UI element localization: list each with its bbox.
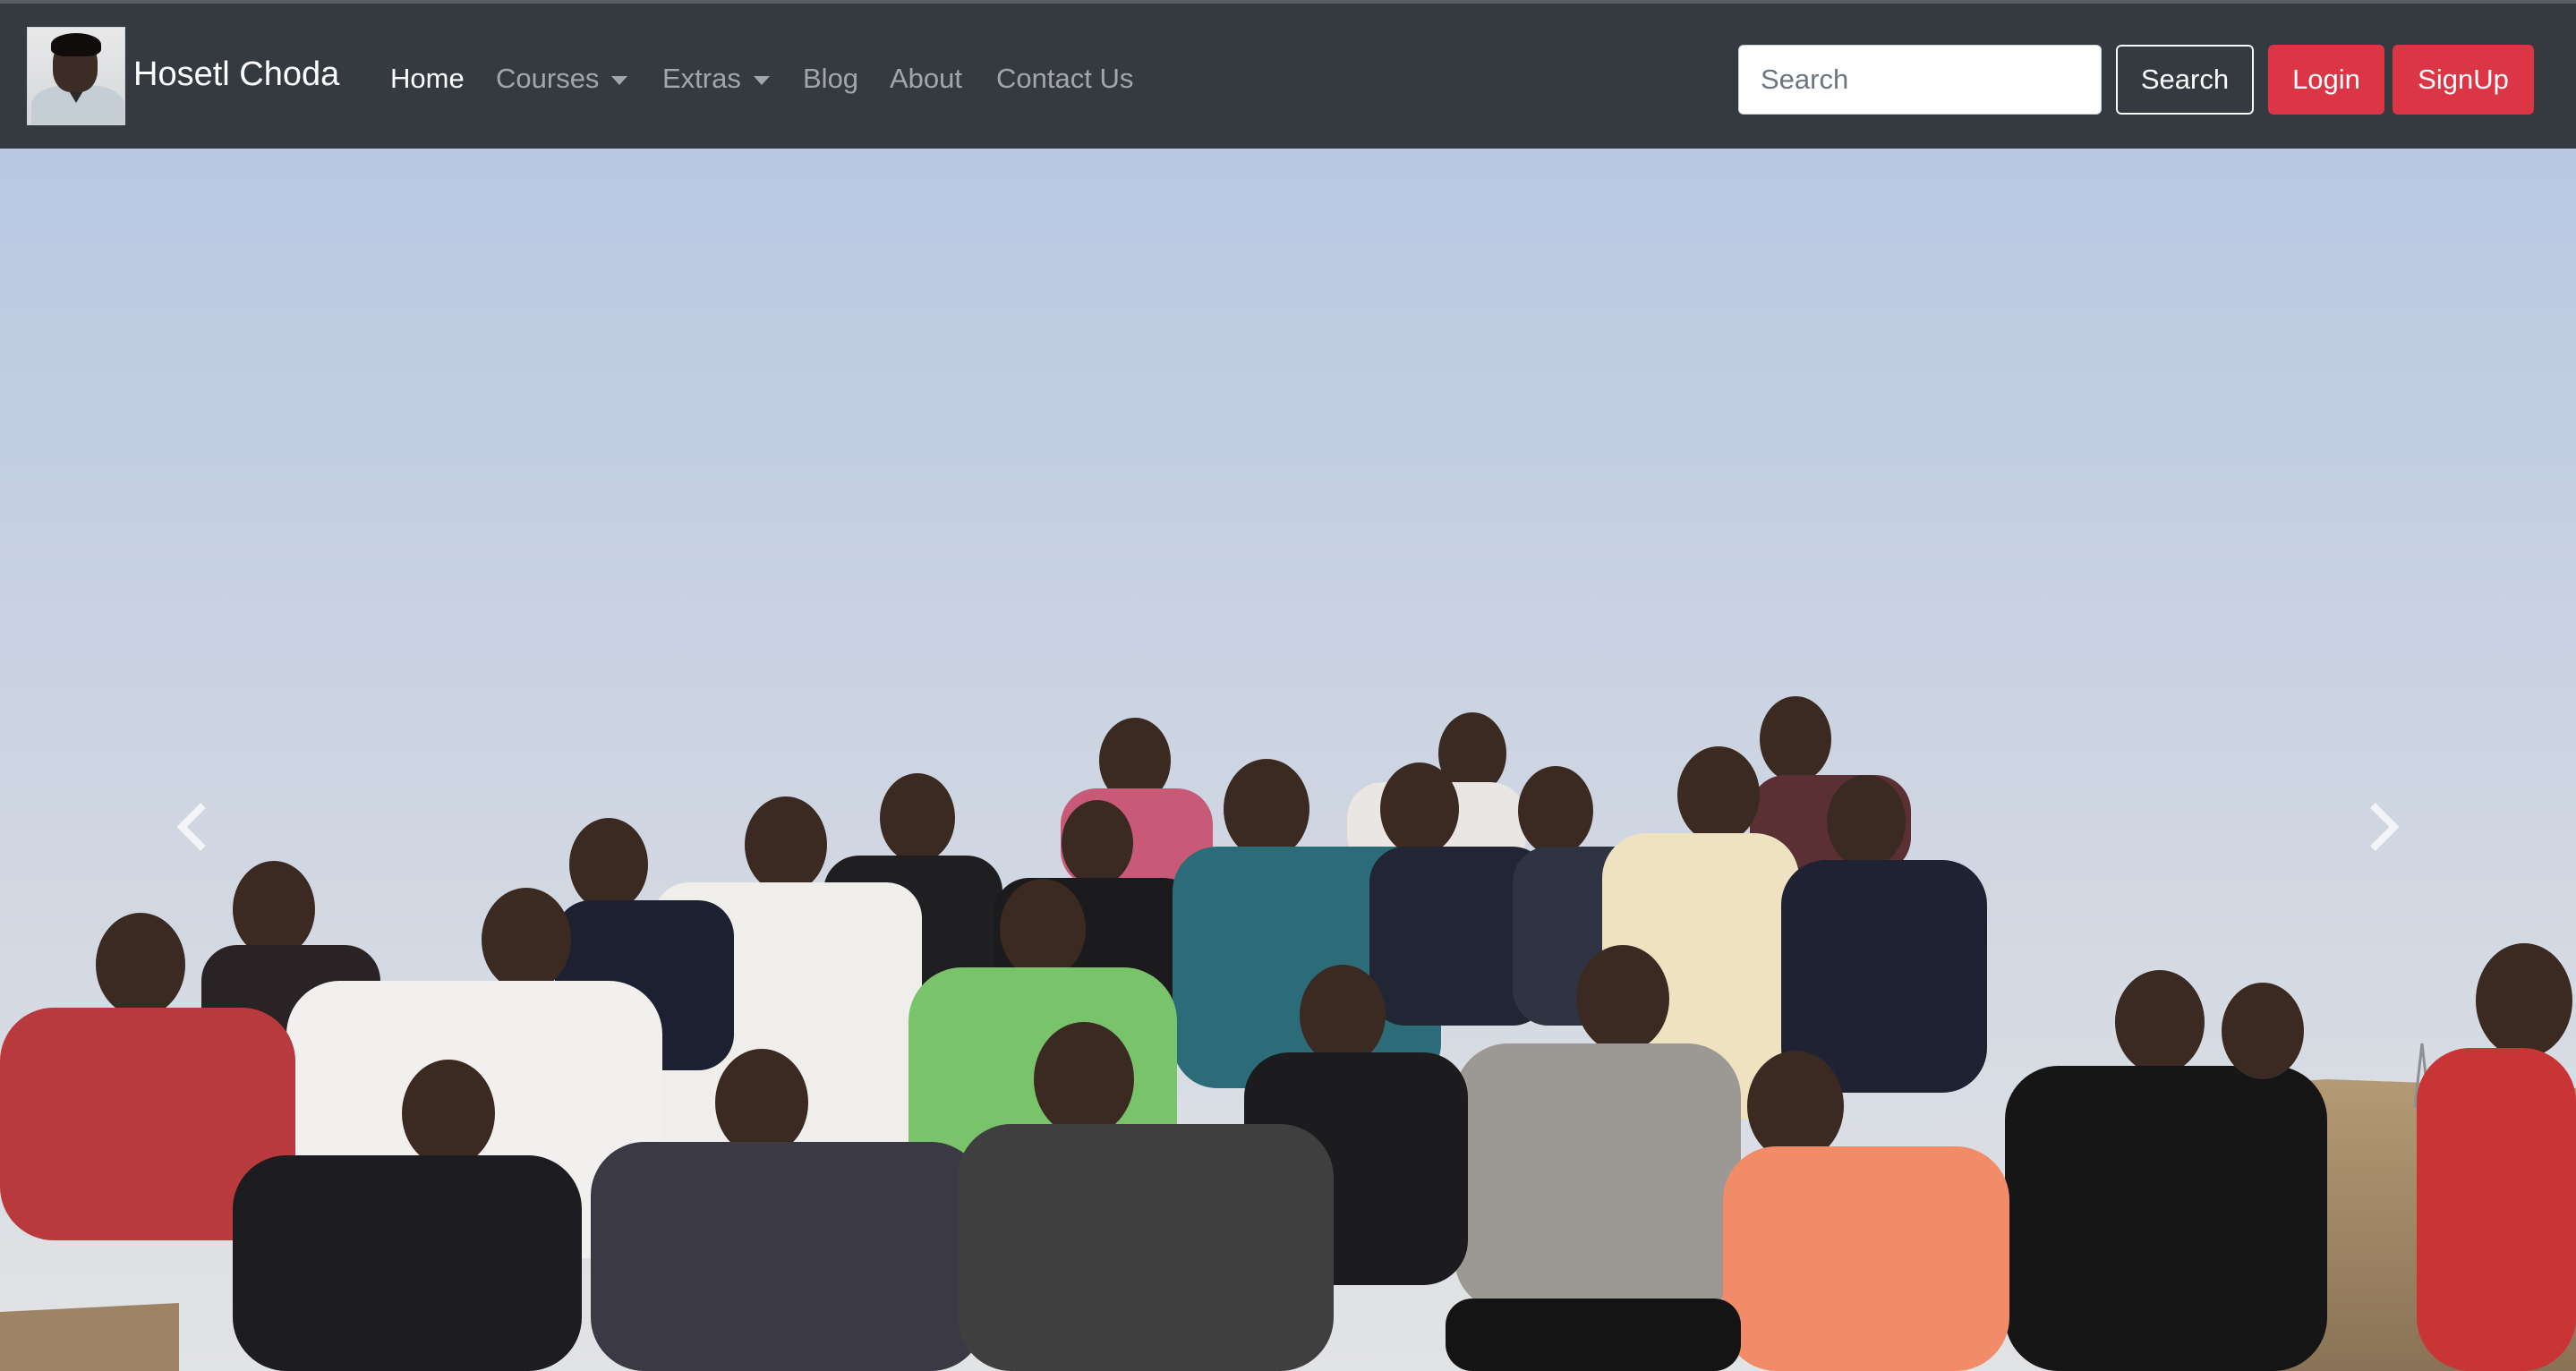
nav-link-courses-label: Courses bbox=[496, 63, 600, 94]
carousel-next-control[interactable] bbox=[2191, 149, 2576, 1371]
nav-link-extras-label: Extras bbox=[662, 63, 741, 94]
search-button[interactable]: Search bbox=[2116, 45, 2254, 115]
carousel-prev-control[interactable] bbox=[0, 149, 385, 1371]
chevron-down-icon bbox=[753, 75, 770, 85]
carousel-group-photo bbox=[0, 149, 2576, 1371]
search-input[interactable] bbox=[1738, 45, 2102, 115]
nav-link-blog[interactable]: Blog bbox=[803, 61, 858, 97]
login-button[interactable]: Login bbox=[2268, 45, 2384, 115]
navbar: Hosetl Choda Home Courses Extras Blog Ab… bbox=[0, 4, 2576, 149]
hero-carousel bbox=[0, 149, 2576, 1371]
chevron-left-icon bbox=[176, 803, 206, 851]
chevron-down-icon bbox=[611, 75, 628, 85]
brand-name[interactable]: Hosetl Choda bbox=[133, 54, 339, 95]
brand-logo[interactable] bbox=[27, 27, 125, 125]
logo-hair bbox=[51, 33, 101, 56]
nav-link-about[interactable]: About bbox=[890, 61, 962, 97]
nav-link-home[interactable]: Home bbox=[390, 61, 465, 97]
nav-link-contact-us[interactable]: Contact Us bbox=[996, 61, 1133, 97]
nav-link-extras[interactable]: Extras bbox=[662, 61, 770, 97]
nav-link-courses[interactable]: Courses bbox=[496, 61, 628, 97]
chevron-right-icon bbox=[2370, 803, 2400, 851]
signup-button[interactable]: SignUp bbox=[2393, 45, 2534, 115]
